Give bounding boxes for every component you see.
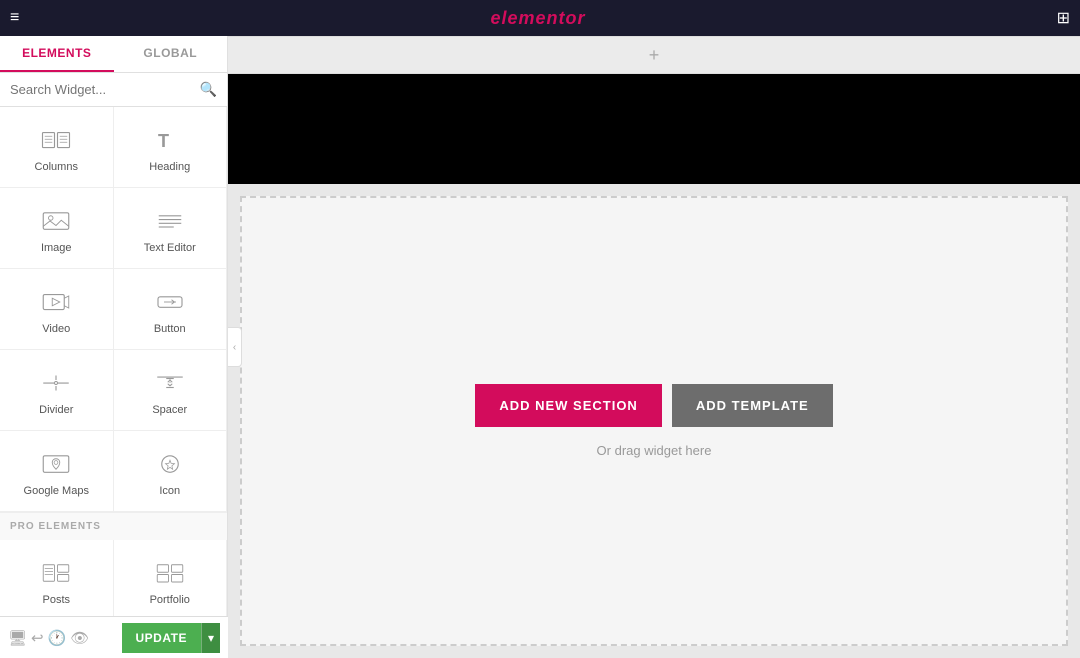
search-icon: 🔍 xyxy=(200,81,217,98)
basic-widget-grid: Columns T Heading Image xyxy=(0,107,227,512)
widget-video[interactable]: Video xyxy=(0,269,114,350)
widget-portfolio-label: Portfolio xyxy=(150,594,190,606)
widget-columns-label: Columns xyxy=(35,161,78,173)
text-editor-icon xyxy=(155,206,185,236)
svg-text:T: T xyxy=(158,131,169,151)
widget-google-maps-label: Google Maps xyxy=(24,485,89,497)
grid-icon[interactable]: ⊞ xyxy=(1057,8,1070,28)
widget-spacer-label: Spacer xyxy=(152,404,187,416)
history-icon[interactable]: 🕐 xyxy=(48,629,67,647)
heading-icon: T xyxy=(155,125,185,155)
widget-button[interactable]: Button xyxy=(114,269,228,350)
widget-divider[interactable]: Divider xyxy=(0,350,114,431)
button-icon xyxy=(155,287,185,317)
main-layout: ELEMENTS GLOBAL 🔍 xyxy=(0,36,1080,658)
widget-spacer[interactable]: Spacer xyxy=(114,350,228,431)
add-section-top[interactable]: + xyxy=(228,36,1080,74)
tab-global[interactable]: GLOBAL xyxy=(114,36,228,72)
widget-posts-label: Posts xyxy=(42,594,70,606)
widget-google-maps[interactable]: Google Maps xyxy=(0,431,114,512)
bottom-bar: 🖥 ↩ 🕐 👁 UPDATE ▾ xyxy=(0,616,228,658)
preview-icon[interactable]: 👁 xyxy=(70,629,89,647)
widget-image-label: Image xyxy=(41,242,72,254)
widget-columns[interactable]: Columns xyxy=(0,107,114,188)
add-new-section-button[interactable]: ADD NEW SECTION xyxy=(475,384,662,427)
top-bar: ≡ elementor ⊞ xyxy=(0,0,1080,36)
canvas-area: + ADD NEW SECTION ADD TEMPLATE Or drag w… xyxy=(228,36,1080,658)
search-input[interactable] xyxy=(10,82,200,97)
drop-zone-buttons: ADD NEW SECTION ADD TEMPLATE xyxy=(475,384,832,427)
desktop-icon[interactable]: 🖥 xyxy=(8,629,27,647)
widget-image[interactable]: Image xyxy=(0,188,114,269)
spacer-icon xyxy=(155,368,185,398)
columns-icon xyxy=(41,125,71,155)
update-arrow-button[interactable]: ▾ xyxy=(201,623,220,653)
widget-icon[interactable]: Icon xyxy=(114,431,228,512)
pro-elements-header: PRO ELEMENTS xyxy=(0,512,227,540)
content-block xyxy=(228,74,1080,184)
widget-heading-label: Heading xyxy=(149,161,190,173)
widget-text-editor[interactable]: Text Editor xyxy=(114,188,228,269)
widget-divider-label: Divider xyxy=(39,404,73,416)
undo-icon[interactable]: ↩ xyxy=(31,629,44,647)
chevron-left-icon: ‹ xyxy=(233,342,236,353)
widget-portfolio[interactable]: Portfolio xyxy=(114,540,228,621)
widget-list: Columns T Heading Image xyxy=(0,107,227,658)
sidebar: ELEMENTS GLOBAL 🔍 xyxy=(0,36,228,658)
drag-hint: Or drag widget here xyxy=(597,443,712,458)
google-maps-icon xyxy=(41,449,71,479)
widget-button-label: Button xyxy=(154,323,186,335)
icon-widget-icon xyxy=(155,449,185,479)
widget-text-editor-label: Text Editor xyxy=(144,242,196,254)
tabs: ELEMENTS GLOBAL xyxy=(0,36,227,73)
image-icon xyxy=(41,206,71,236)
posts-icon xyxy=(41,558,71,588)
drop-zone: ADD NEW SECTION ADD TEMPLATE Or drag wid… xyxy=(240,196,1068,646)
widget-posts[interactable]: Posts xyxy=(0,540,114,621)
plus-icon: + xyxy=(649,45,660,66)
video-icon xyxy=(41,287,71,317)
collapse-handle[interactable]: ‹ xyxy=(228,327,242,367)
hamburger-icon[interactable]: ≡ xyxy=(10,9,19,27)
tab-elements[interactable]: ELEMENTS xyxy=(0,36,114,72)
widget-heading[interactable]: T Heading xyxy=(114,107,228,188)
elementor-logo: elementor xyxy=(490,8,585,29)
update-button[interactable]: UPDATE xyxy=(122,623,201,653)
widget-icon-label: Icon xyxy=(159,485,180,497)
search-bar: 🔍 xyxy=(0,73,227,107)
widget-video-label: Video xyxy=(42,323,70,335)
add-template-button[interactable]: ADD TEMPLATE xyxy=(672,384,833,427)
divider-icon xyxy=(41,368,71,398)
portfolio-icon xyxy=(155,558,185,588)
